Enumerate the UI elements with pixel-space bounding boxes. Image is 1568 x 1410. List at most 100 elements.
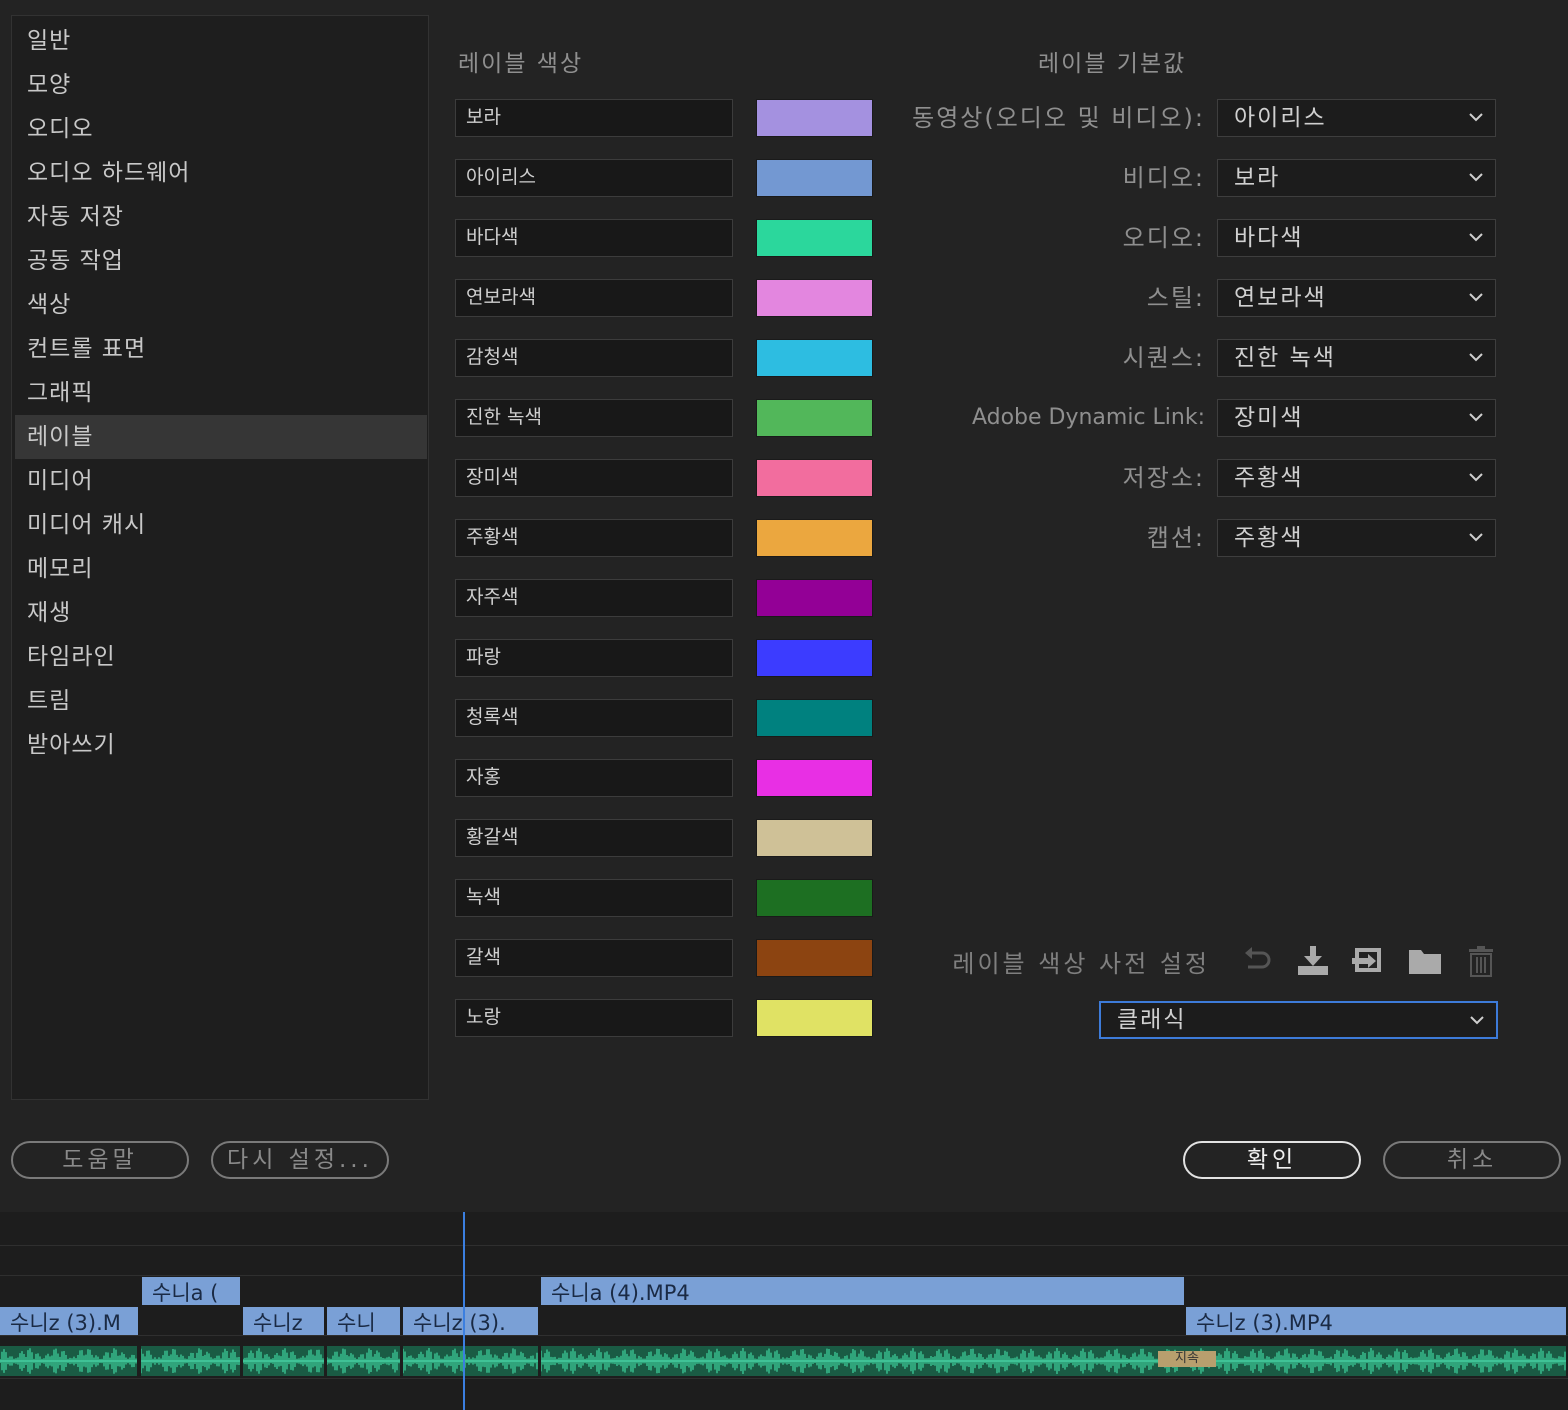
- audio-clip[interactable]: [0, 1346, 137, 1376]
- label-name-field[interactable]: 아이리스: [455, 159, 733, 197]
- label-name-field[interactable]: 청록색: [455, 699, 733, 737]
- default-label: 비디오:: [1122, 164, 1205, 192]
- export-icon[interactable]: [1350, 944, 1386, 978]
- label-color-swatch[interactable]: [756, 279, 873, 317]
- dropdown-value: 보라: [1234, 165, 1281, 191]
- sidebar-item[interactable]: 재생: [15, 591, 427, 635]
- undo-icon[interactable]: [1240, 944, 1276, 978]
- label-color-swatch[interactable]: [756, 699, 873, 737]
- audio-clip[interactable]: [541, 1346, 1566, 1376]
- sidebar-item[interactable]: 공동 작업: [15, 239, 427, 283]
- default-dropdown[interactable]: 아이리스: [1217, 99, 1496, 137]
- chevron-down-icon: [1469, 293, 1483, 302]
- chevron-down-icon: [1469, 233, 1483, 242]
- sidebar-item[interactable]: 오디오 하드웨어: [15, 151, 427, 195]
- label-name-field[interactable]: 연보라색: [455, 279, 733, 317]
- timeline-clip[interactable]: 수니: [327, 1307, 402, 1335]
- sidebar-item[interactable]: 색상: [15, 283, 427, 327]
- label-name-field[interactable]: 황갈색: [455, 819, 733, 857]
- label-color-swatch[interactable]: [756, 579, 873, 617]
- sidebar-item[interactable]: 그래픽: [15, 371, 427, 415]
- audio-clip[interactable]: [403, 1346, 538, 1376]
- timeline-clip[interactable]: 수니a (: [142, 1277, 242, 1305]
- sidebar-item[interactable]: 받아쓰기: [15, 723, 427, 767]
- label-color-swatch[interactable]: [756, 879, 873, 917]
- sidebar-item[interactable]: 미디어 캐시: [15, 503, 427, 547]
- cancel-button[interactable]: 취소: [1383, 1141, 1561, 1179]
- default-label: 오디오:: [1122, 224, 1205, 252]
- label-name-field[interactable]: 보라: [455, 99, 733, 137]
- reset-button[interactable]: 다시 설정...: [211, 1141, 389, 1179]
- label-color-swatch[interactable]: [756, 99, 873, 137]
- label-name-field[interactable]: 갈색: [455, 939, 733, 977]
- label-color-swatch[interactable]: [756, 819, 873, 857]
- label-name-field[interactable]: 바다색: [455, 219, 733, 257]
- audio-clip[interactable]: [327, 1346, 400, 1376]
- persist-marker: 지속: [1158, 1351, 1216, 1367]
- dropdown-value: 바다색: [1234, 225, 1304, 251]
- label-color-swatch[interactable]: [756, 519, 873, 557]
- chevron-down-icon: [1469, 533, 1483, 542]
- timeline-clip[interactable]: 수니z (3).: [403, 1307, 540, 1335]
- sidebar-item[interactable]: 자동 저장: [15, 195, 427, 239]
- default-dropdown[interactable]: 보라: [1217, 159, 1496, 197]
- label-color-swatch[interactable]: [756, 219, 873, 257]
- label-name-field[interactable]: 노랑: [455, 999, 733, 1037]
- label-defaults-title: 레이블 기본값: [1038, 51, 1187, 77]
- label-color-swatch[interactable]: [756, 399, 873, 437]
- label-name-field[interactable]: 진한 녹색: [455, 399, 733, 437]
- label-name-field[interactable]: 파랑: [455, 639, 733, 677]
- label-name-field[interactable]: 장미색: [455, 459, 733, 497]
- sidebar-item[interactable]: 모양: [15, 63, 427, 107]
- default-label: 저장소:: [1122, 464, 1205, 492]
- help-button[interactable]: 도움말: [11, 1141, 189, 1179]
- default-dropdown[interactable]: 주황색: [1217, 519, 1496, 557]
- ok-button[interactable]: 확인: [1183, 1141, 1361, 1179]
- playhead[interactable]: [463, 1212, 465, 1410]
- preferences-sidebar: 일반 모양 오디오 오디오 하드웨어 자동 저장 공동 작업 색상 컨트롤 표면 그래픽 레이블 미…: [11, 15, 429, 1100]
- default-label: 시퀀스:: [1122, 344, 1205, 372]
- default-label: 동영상(오디오 및 비디오):: [912, 104, 1205, 132]
- label-name-field[interactable]: 자주색: [455, 579, 733, 617]
- label-color-swatch[interactable]: [756, 639, 873, 677]
- default-label: 스틸:: [1146, 284, 1205, 312]
- timeline-clip[interactable]: 수니z (3).M: [0, 1307, 140, 1335]
- default-dropdown[interactable]: 주황색: [1217, 459, 1496, 497]
- default-dropdown[interactable]: 바다색: [1217, 219, 1496, 257]
- timeline-clip[interactable]: 수니z (3).MP4: [1186, 1307, 1568, 1335]
- label-color-swatch[interactable]: [756, 999, 873, 1037]
- audio-clip[interactable]: [243, 1346, 324, 1376]
- label-name-field[interactable]: 감청색: [455, 339, 733, 377]
- label-colors-title: 레이블 색상: [458, 51, 584, 77]
- label-name-field[interactable]: 주황색: [455, 519, 733, 557]
- sidebar-item[interactable]: 일반: [15, 19, 427, 63]
- timeline-clip[interactable]: 수니a (4).MP4: [541, 1277, 1186, 1305]
- sidebar-item[interactable]: 타임라인: [15, 635, 427, 679]
- dropdown-value: 주황색: [1234, 465, 1304, 491]
- waveform: [0, 1348, 137, 1374]
- sidebar-item[interactable]: 메모리: [15, 547, 427, 591]
- trash-icon[interactable]: [1463, 944, 1499, 978]
- folder-icon[interactable]: [1407, 944, 1443, 978]
- import-icon[interactable]: [1295, 944, 1331, 978]
- default-dropdown[interactable]: 장미색: [1217, 399, 1496, 437]
- default-dropdown[interactable]: 진한 녹색: [1217, 339, 1496, 377]
- label-name-field[interactable]: 자홍: [455, 759, 733, 797]
- default-dropdown[interactable]: 연보라색: [1217, 279, 1496, 317]
- audio-clip[interactable]: [141, 1346, 240, 1376]
- label-color-swatch[interactable]: [756, 339, 873, 377]
- sidebar-item[interactable]: 레이블: [15, 415, 427, 459]
- waveform: [243, 1348, 324, 1374]
- timeline-clip[interactable]: 수니z: [243, 1307, 326, 1335]
- label-name-field[interactable]: 녹색: [455, 879, 733, 917]
- preset-dropdown[interactable]: 클래식: [1099, 1001, 1498, 1039]
- sidebar-item[interactable]: 오디오: [15, 107, 427, 151]
- label-color-swatch[interactable]: [756, 939, 873, 977]
- label-color-swatch[interactable]: [756, 759, 873, 797]
- label-color-swatch[interactable]: [756, 159, 873, 197]
- sidebar-item[interactable]: 컨트롤 표면: [15, 327, 427, 371]
- sidebar-item[interactable]: 미디어: [15, 459, 427, 503]
- sidebar-item[interactable]: 트림: [15, 679, 427, 723]
- default-label: Adobe Dynamic Link:: [971, 405, 1205, 430]
- label-color-swatch[interactable]: [756, 459, 873, 497]
